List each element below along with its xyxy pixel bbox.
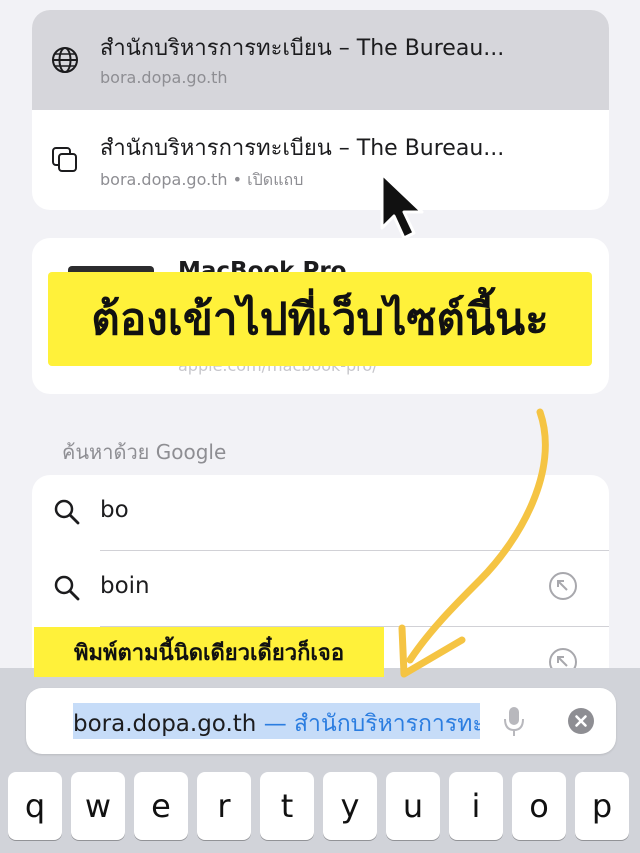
annotation-arrow: [398, 408, 549, 678]
overlay-small-banner: พิมพ์ตามนี้นิดเดียวเดี๋ยวก็เจอ: [34, 627, 384, 677]
